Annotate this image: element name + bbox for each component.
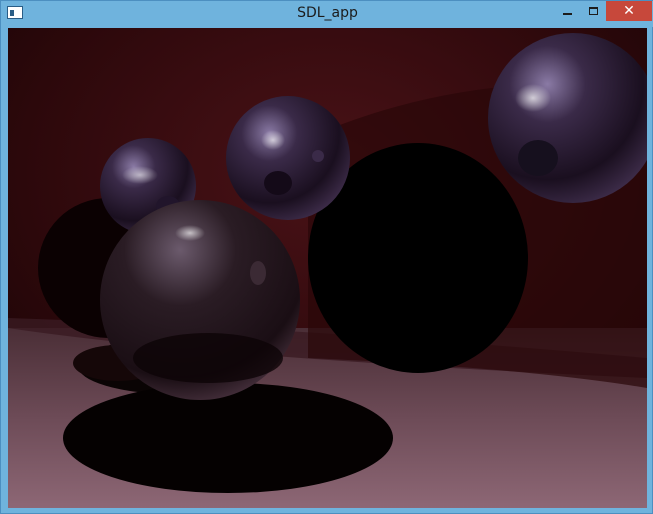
maximize-button[interactable] xyxy=(580,1,606,21)
close-button[interactable]: ✕ xyxy=(606,1,652,21)
app-window: SDL_app ✕ xyxy=(0,0,653,514)
minimize-icon xyxy=(562,13,572,15)
minimize-button[interactable] xyxy=(554,1,580,21)
window-controls: ✕ xyxy=(554,1,652,21)
close-icon: ✕ xyxy=(623,3,635,19)
title-bar[interactable]: SDL_app ✕ xyxy=(1,1,653,27)
raytraced-scene xyxy=(8,28,647,508)
render-canvas[interactable] xyxy=(8,28,647,508)
maximize-icon xyxy=(588,7,598,15)
